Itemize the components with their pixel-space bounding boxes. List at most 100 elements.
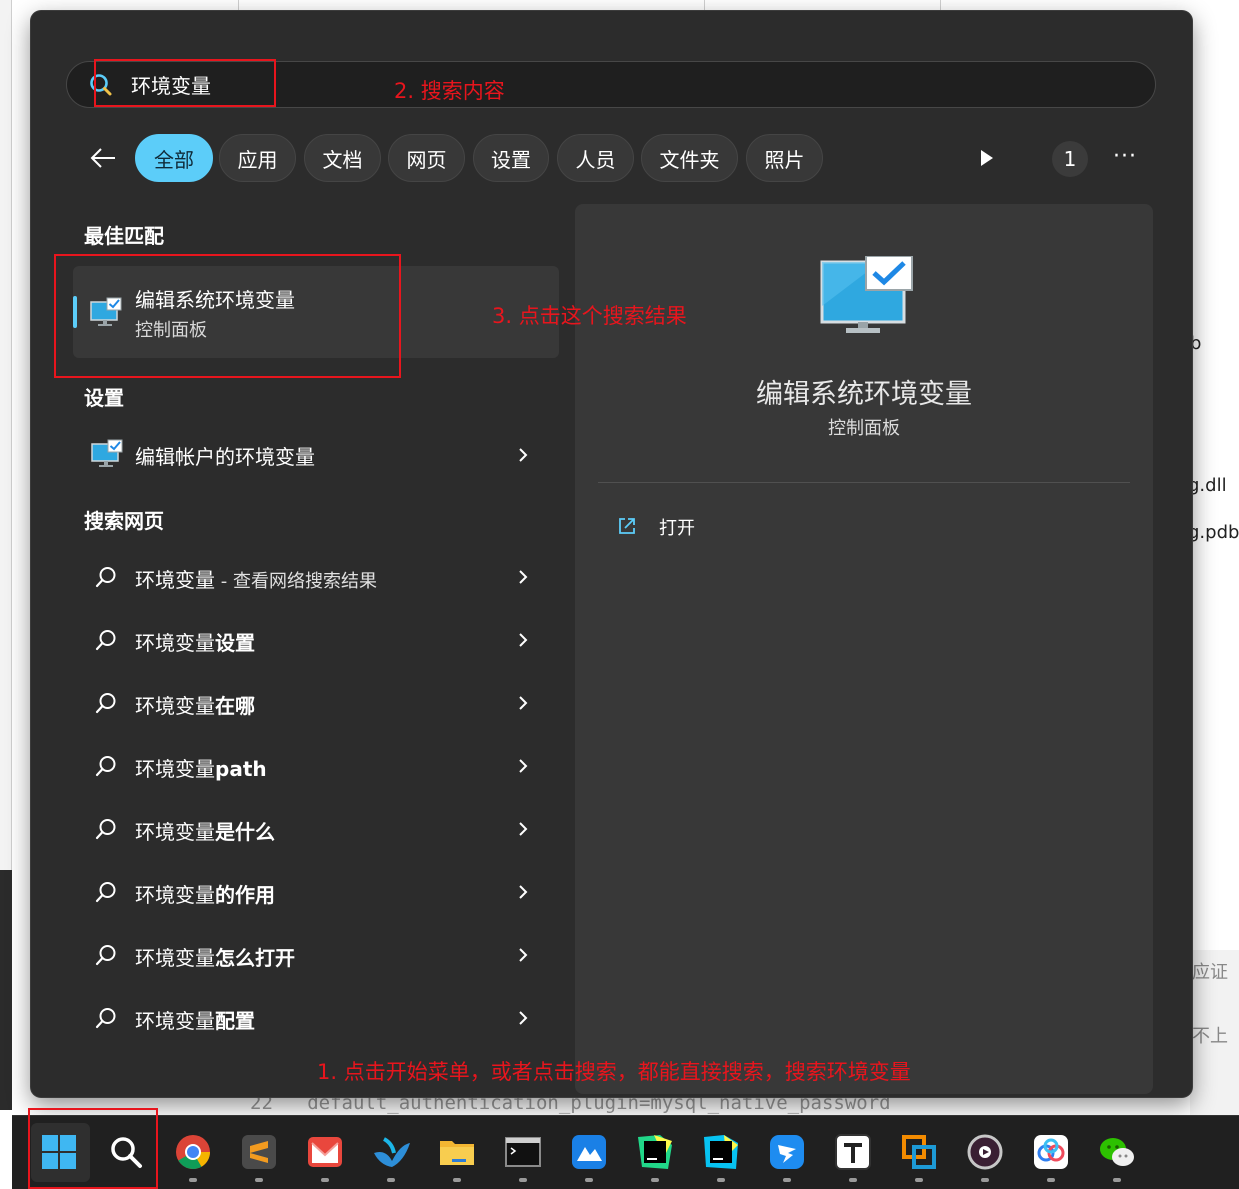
running-indicator	[255, 1178, 263, 1182]
query-text: 环境变量	[135, 820, 215, 844]
tab-all[interactable]: 全部	[135, 134, 213, 182]
tab-apps[interactable]: 应用	[219, 134, 296, 182]
chevron-right-icon[interactable]	[514, 883, 532, 901]
suggestion-text: 配置	[215, 1009, 255, 1033]
tab-settings[interactable]: 设置	[473, 134, 549, 182]
best-match-heading: 最佳匹配	[84, 224, 164, 248]
search-icon	[95, 882, 116, 903]
tab-documents[interactable]: 文档	[304, 134, 381, 182]
query-text: 环境变量	[135, 757, 215, 781]
web-search-label: 环境变量path	[135, 753, 267, 782]
mountain-app-icon[interactable]	[568, 1131, 610, 1173]
running-indicator	[651, 1178, 659, 1182]
web-search-heading: 搜索网页	[84, 509, 164, 533]
more-icon[interactable]: ···	[1113, 144, 1137, 169]
web-search-label: 环境变量 - 查看网络搜索结果	[135, 564, 377, 593]
chevron-right-icon[interactable]	[514, 820, 532, 838]
background-dark-area	[0, 870, 12, 1110]
dingtalk-icon[interactable]	[766, 1131, 808, 1173]
tab-web[interactable]: 网页	[388, 134, 465, 182]
suggestion-text: path	[215, 757, 267, 781]
chevron-right-icon[interactable]	[514, 568, 532, 586]
running-indicator	[1047, 1178, 1055, 1182]
annotation-step-1: 1. 点击开始菜单，或者点击搜索，都能直接搜索，搜索环境变量	[317, 1060, 911, 1084]
web-search-label: 环境变量配置	[135, 1005, 255, 1034]
preview-pane	[575, 204, 1153, 1094]
running-indicator	[1113, 1178, 1121, 1182]
running-indicator	[519, 1178, 527, 1182]
preview-title: 编辑系统环境变量	[756, 379, 972, 410]
chevron-right-icon[interactable]	[514, 694, 532, 712]
search-icon	[95, 567, 116, 588]
chevron-right-icon[interactable]	[514, 631, 532, 649]
suggestion-text: 设置	[215, 631, 255, 655]
terminal-icon[interactable]	[502, 1131, 544, 1173]
web-search-label: 环境变量在哪	[135, 690, 255, 719]
annotation-box-result	[54, 254, 401, 378]
running-indicator	[783, 1178, 791, 1182]
chevron-right-icon[interactable]	[514, 946, 532, 964]
running-indicator	[321, 1178, 329, 1182]
running-indicator	[849, 1178, 857, 1182]
background-text: 不上	[1192, 1026, 1228, 1047]
tab-photos[interactable]: 照片	[746, 134, 823, 182]
open-action[interactable]: 打开	[659, 514, 695, 540]
query-text: 环境变量	[135, 568, 215, 592]
open-external-icon[interactable]	[617, 516, 637, 536]
background-window-edge	[0, 0, 12, 870]
bird-app-icon[interactable]	[370, 1131, 412, 1173]
search-icon	[95, 756, 116, 777]
background-text: 应证	[1192, 962, 1228, 983]
query-text: 环境变量	[135, 631, 215, 655]
annotation-step-2: 2. 搜索内容	[394, 79, 505, 103]
chevron-right-icon[interactable]	[514, 757, 532, 775]
running-indicator	[717, 1178, 725, 1182]
media-player-icon[interactable]	[964, 1131, 1006, 1173]
suggestion-text: - 查看网络搜索结果	[215, 571, 377, 592]
tab-folders[interactable]: 文件夹	[641, 134, 738, 182]
chrome-icon[interactable]	[172, 1131, 214, 1173]
wechat-icon[interactable]	[1096, 1131, 1138, 1173]
search-icon	[95, 819, 116, 840]
settings-heading: 设置	[84, 386, 124, 410]
query-text: 环境变量	[135, 1009, 215, 1033]
chevron-right-icon[interactable]	[514, 1009, 532, 1027]
annotation-step-3: 3. 点击这个搜索结果	[492, 304, 687, 328]
web-search-label: 环境变量怎么打开	[135, 942, 295, 971]
query-text: 环境变量	[135, 946, 215, 970]
query-text: 环境变量	[135, 883, 215, 907]
suggestion-text: 是什么	[215, 820, 275, 844]
search-icon	[95, 693, 116, 714]
search-icon	[95, 630, 116, 651]
folder-icon[interactable]	[436, 1131, 478, 1173]
play-icon[interactable]	[972, 146, 1000, 170]
web-search-label: 环境变量的作用	[135, 879, 275, 908]
preview-divider	[598, 482, 1130, 483]
search-icon	[95, 945, 116, 966]
mail-app-icon[interactable]	[304, 1131, 346, 1173]
web-search-label: 环境变量设置	[135, 627, 255, 656]
running-indicator	[585, 1178, 593, 1182]
suggestion-text: 怎么打开	[215, 946, 295, 970]
running-indicator	[981, 1178, 989, 1182]
pycharm-icon[interactable]	[634, 1131, 676, 1173]
annotation-box-search	[94, 59, 276, 107]
preview-subtitle: 控制面板	[828, 418, 900, 439]
running-indicator	[453, 1178, 461, 1182]
search-icon	[95, 1008, 116, 1029]
control-panel-monitor-icon	[820, 256, 913, 333]
cloud-disk-icon[interactable]	[1030, 1131, 1072, 1173]
tab-people[interactable]: 人员	[557, 134, 634, 182]
background-text: g.dll	[1188, 475, 1227, 496]
chevron-right-icon[interactable]	[514, 446, 532, 464]
back-arrow-icon[interactable]	[88, 143, 118, 173]
result-count-badge[interactable]: 1	[1052, 141, 1088, 177]
web-search-label: 环境变量是什么	[135, 816, 275, 845]
typora-icon[interactable]	[832, 1131, 874, 1173]
webstorm-icon[interactable]	[700, 1131, 742, 1173]
vmware-icon[interactable]	[898, 1131, 940, 1173]
suggestion-text: 在哪	[215, 694, 255, 718]
sublime-text-icon[interactable]	[238, 1131, 280, 1173]
running-indicator	[915, 1178, 923, 1182]
query-text: 环境变量	[135, 694, 215, 718]
